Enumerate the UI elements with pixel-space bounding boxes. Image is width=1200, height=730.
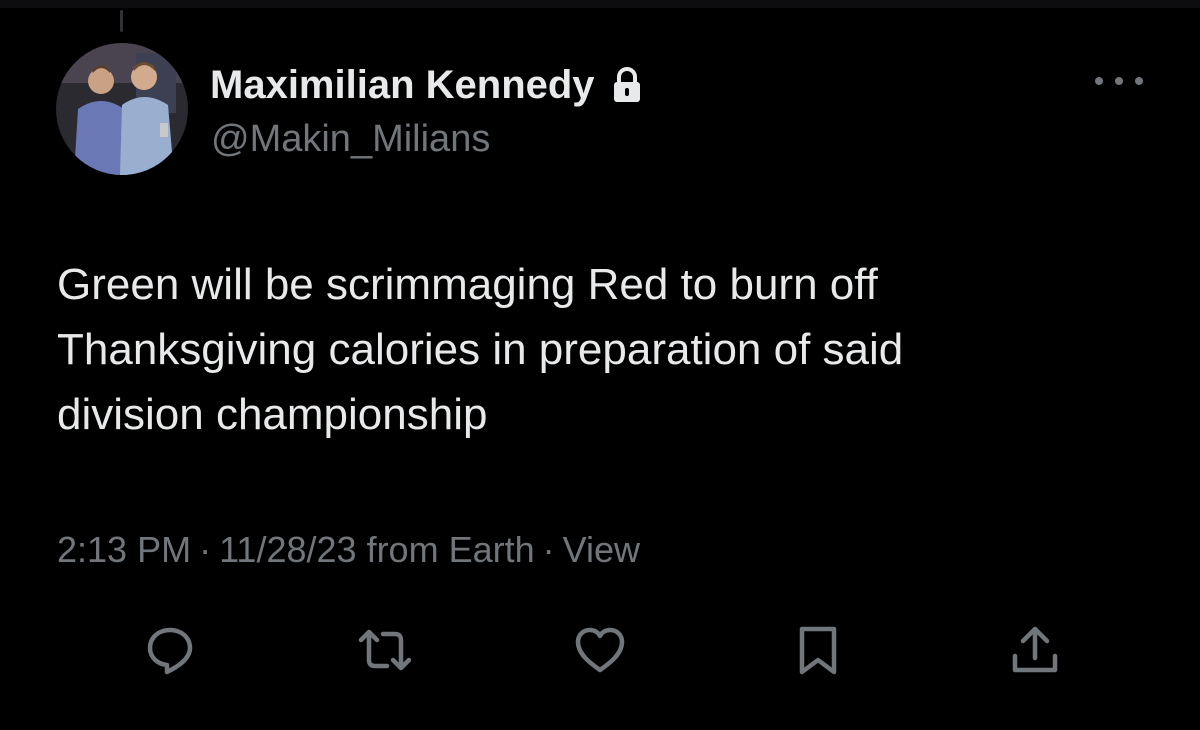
like-button[interactable] [570,620,630,680]
top-strip [0,0,1200,8]
reply-button[interactable] [140,620,200,680]
avatar-photo [56,43,188,175]
tweet-text-line: Green will be scrimmaging Red to burn of… [57,260,878,309]
meta-separator: · [199,529,212,570]
avatar[interactable] [56,43,188,175]
tweet-date[interactable]: 11/28/23 [219,529,356,570]
meta-separator: · [542,529,555,570]
tweet-text-line: division championship [57,390,488,439]
bookmark-button[interactable] [788,620,848,680]
view-link[interactable]: View [563,529,640,570]
author-handle[interactable]: @Makin_Milians [211,115,490,163]
tweet-text: Green will be scrimmaging Red to burn of… [57,252,1157,447]
author-display-name[interactable]: Maximilian Kennedy [210,60,595,110]
share-icon [1012,626,1058,673]
author-name-row[interactable]: Maximilian Kennedy [210,60,643,110]
comment-icon [147,627,193,675]
tweet-time[interactable]: 2:13 PM [57,529,191,570]
heart-icon [575,627,625,673]
tweet-text-line: Thanksgiving calories in preparation of … [57,325,904,374]
repost-icon [358,629,412,671]
share-button[interactable] [1005,620,1065,680]
thread-connector-line [120,10,123,32]
tweet-meta: 2:13 PM · 11/28/23 from Earth · View [57,527,640,573]
bookmark-icon [799,626,837,675]
repost-button[interactable] [355,620,415,680]
tweet-source: from Earth [366,529,535,570]
more-horizontal-icon[interactable] [1095,66,1143,96]
lock-icon [613,67,640,102]
